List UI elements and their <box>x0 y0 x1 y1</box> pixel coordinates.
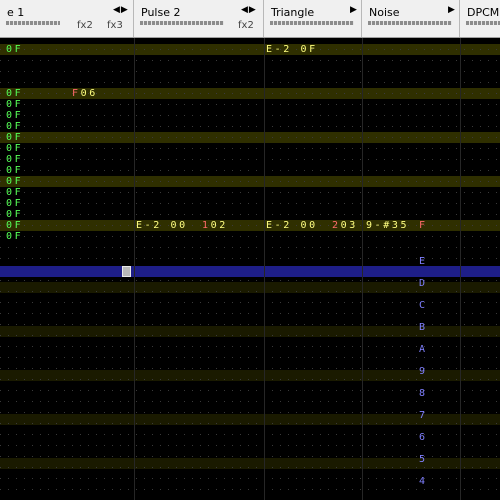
channel-name: Triangle <box>271 6 315 19</box>
cell-c1[interactable]: 0F <box>6 88 23 99</box>
channel-separator <box>134 38 135 500</box>
empty-row-dots <box>0 423 500 424</box>
empty-row-dots <box>0 49 500 50</box>
empty-row-dots <box>0 71 500 72</box>
cell-c2fx[interactable]: 102 <box>202 220 228 231</box>
empty-row-dots <box>0 60 500 61</box>
cell-c1[interactable]: 0F <box>6 187 23 198</box>
cell-c1[interactable]: 0F <box>6 143 23 154</box>
channel-name: Noise <box>369 6 400 19</box>
empty-row-dots <box>0 467 500 468</box>
noise-column-value: 6 <box>419 432 428 443</box>
channel-separator <box>362 38 363 500</box>
empty-row-dots <box>0 401 500 402</box>
noise-column-value: 8 <box>419 388 428 399</box>
channel-header-noise[interactable]: Noise ▶ <box>362 0 460 37</box>
channel-separator <box>460 38 461 500</box>
cell-c1[interactable]: 0F <box>6 209 23 220</box>
empty-row-dots <box>0 247 500 248</box>
channel-arrows-icon[interactable]: ◀▶ <box>113 5 129 15</box>
cell-c1[interactable]: 0F <box>6 99 23 110</box>
channel-name: Pulse 2 <box>141 6 181 19</box>
empty-row-dots <box>0 379 500 380</box>
empty-row-dots <box>0 159 500 160</box>
channel-arrows-icon[interactable]: ◀▶ <box>241 5 257 15</box>
channel-name: DPCM <box>467 6 500 19</box>
scroll-handle[interactable] <box>122 266 131 277</box>
cell-c3[interactable]: E-2 0F <box>266 44 318 55</box>
noise-column-value: B <box>419 322 428 333</box>
cell-c1[interactable]: 0F <box>6 165 23 176</box>
channel-arrows-icon[interactable]: ▶ <box>448 5 456 15</box>
fx-column-label[interactable]: fx2 <box>238 20 254 31</box>
empty-row-dots <box>0 357 500 358</box>
noise-column-value: 7 <box>419 410 428 421</box>
empty-row-dots <box>0 445 500 446</box>
channel-header-pulse2[interactable]: Pulse 2 ◀▶ fx2 <box>134 0 264 37</box>
noise-column-value: E <box>419 256 428 267</box>
cell-c1[interactable]: 0F <box>6 110 23 121</box>
cell-c3fx[interactable]: 203 <box>332 220 358 231</box>
empty-row-dots <box>0 148 500 149</box>
cell-c3[interactable]: E-2 00 <box>266 220 318 231</box>
channel-header-bar: e 1 ◀▶ fx2 fx3 Pulse 2 ◀▶ fx2 Triangle ▶… <box>0 0 500 38</box>
channel-header-pulse1[interactable]: e 1 ◀▶ fx2 fx3 <box>0 0 134 37</box>
noise-column-value: 9 <box>419 366 428 377</box>
cell-c1fx[interactable]: F06 <box>72 88 98 99</box>
empty-row-dots <box>0 115 500 116</box>
cell-c1[interactable]: 0F <box>6 176 23 187</box>
empty-row-dots <box>0 170 500 171</box>
cell-c2[interactable]: E-2 00 <box>136 220 188 231</box>
noise-column-value: C <box>419 300 428 311</box>
cell-c1[interactable]: 0F <box>6 231 23 242</box>
channel-header-triangle[interactable]: Triangle ▶ <box>264 0 362 37</box>
empty-row-dots <box>0 82 500 83</box>
cursor-row <box>0 266 500 277</box>
channel-name: e 1 <box>7 6 25 19</box>
fx-column-label[interactable]: fx2 <box>77 20 93 31</box>
volume-meter <box>140 21 224 25</box>
volume-meter <box>466 21 500 25</box>
empty-row-dots <box>0 126 500 127</box>
cell-c4fx[interactable]: F <box>419 220 428 231</box>
cell-c1[interactable]: 0F <box>6 44 23 55</box>
cell-c1[interactable]: 0F <box>6 121 23 132</box>
empty-row-dots <box>0 489 500 490</box>
volume-meter <box>270 21 354 25</box>
noise-column-value: 5 <box>419 454 428 465</box>
channel-separator <box>264 38 265 500</box>
empty-row-dots <box>0 104 500 105</box>
empty-row-dots <box>0 291 500 292</box>
cell-c1[interactable]: 0F <box>6 154 23 165</box>
noise-column-value: D <box>419 278 428 289</box>
cell-c1[interactable]: 0F <box>6 220 23 231</box>
cell-c1[interactable]: 0F <box>6 132 23 143</box>
empty-row-dots <box>0 236 500 237</box>
fx-column-label[interactable]: fx3 <box>107 20 123 31</box>
noise-column-value: 4 <box>419 476 428 487</box>
cell-c4[interactable]: 9-#35 <box>366 220 409 231</box>
empty-row-dots <box>0 181 500 182</box>
empty-row-dots <box>0 214 500 215</box>
volume-meter <box>6 21 60 25</box>
empty-row-dots <box>0 313 500 314</box>
empty-row-dots <box>0 137 500 138</box>
cell-c1[interactable]: 0F <box>6 198 23 209</box>
volume-meter <box>368 21 452 25</box>
noise-column-value: A <box>419 344 428 355</box>
channel-header-dpcm[interactable]: DPCM <box>460 0 500 37</box>
empty-row-dots <box>0 335 500 336</box>
channel-arrows-icon[interactable]: ▶ <box>350 5 358 15</box>
empty-row-dots <box>0 203 500 204</box>
empty-row-dots <box>0 192 500 193</box>
